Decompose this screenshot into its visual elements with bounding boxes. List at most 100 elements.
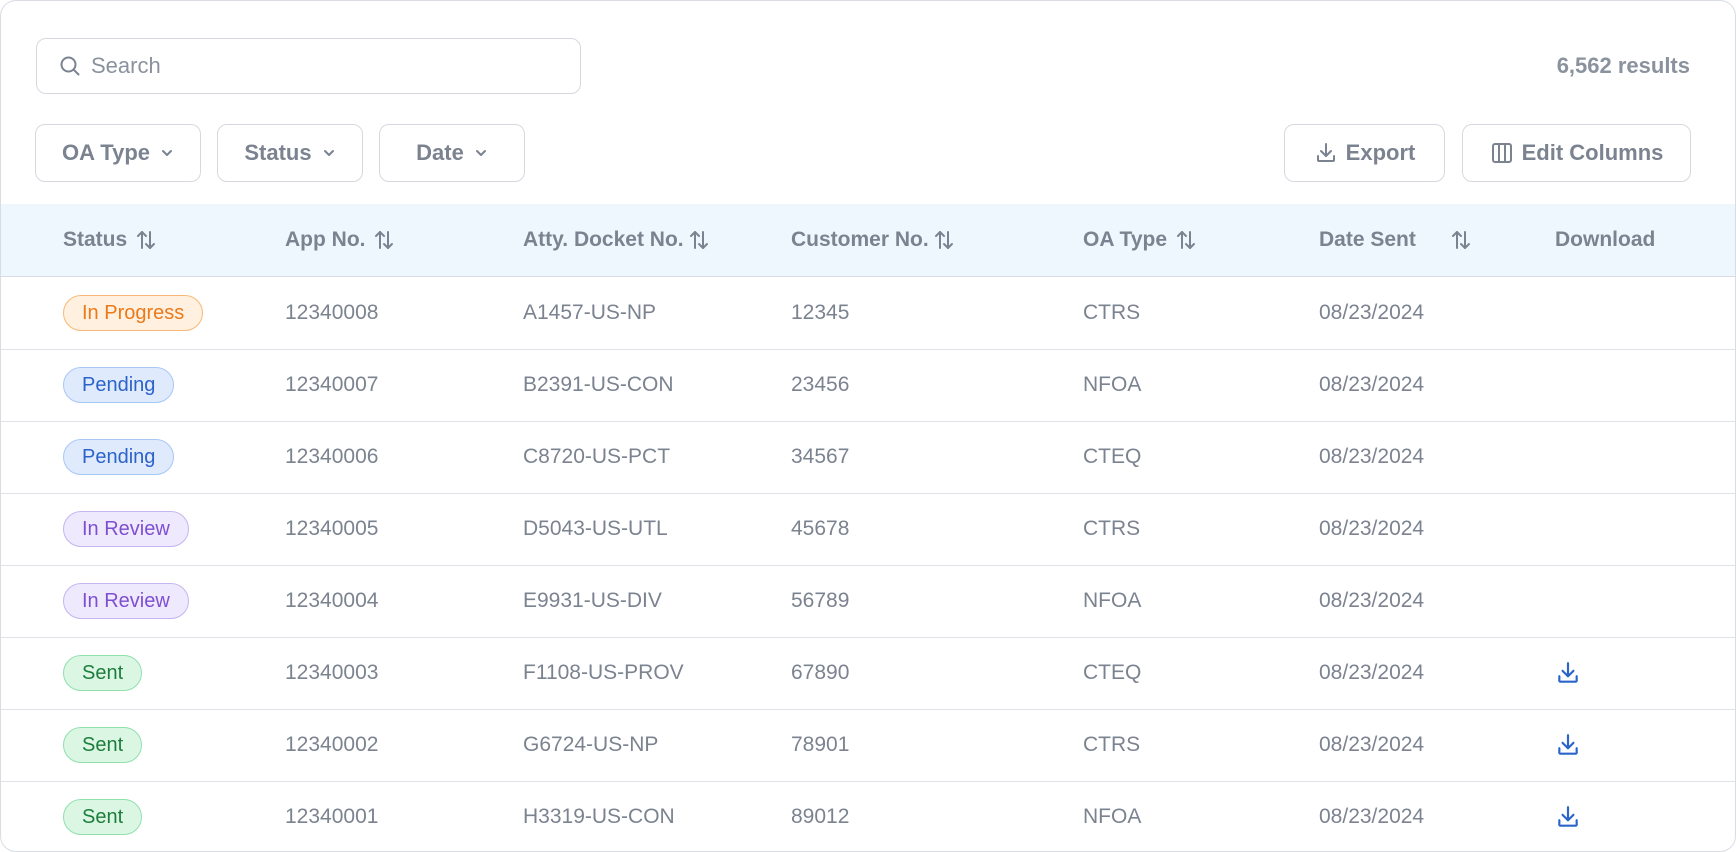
sort-icon[interactable] [1450,229,1472,251]
column-header-label: Date Sent [1319,228,1416,251]
app-no-cell: 12340005 [285,517,379,540]
status-cell: Sent [63,709,143,781]
oa-type-cell: CTEQ [1083,661,1142,684]
atty-docket-no-cell: H3319-US-CON [523,805,675,828]
column-header-oa-type: OA Type [1083,204,1197,276]
atty-docket-no-cell: D5043-US-UTL [523,517,668,540]
table-row[interactable]: Sent 12340002 G6724-US-NP 78901 CTRS 08/23/20… [1,709,1735,782]
export-button[interactable]: Export [1284,124,1445,182]
table-row[interactable]: Pending 12340007 B2391-US-CON 23456 NFOA 08/2… [1,349,1735,422]
column-header-app-no: App No. [285,204,395,276]
column-header-label: Status [63,228,128,251]
oa-type-cell: CTEQ [1083,445,1142,468]
sort-icon[interactable] [373,229,395,251]
customer-no-cell: 34567 [791,445,850,468]
date-sent-cell: 08/23/2024 [1319,661,1425,684]
date-sent-cell: 08/23/2024 [1319,517,1425,540]
edit-columns-label: Edit Columns [1521,140,1664,165]
oa-type-cell: CTRS [1083,301,1141,324]
oa-type-filter-button[interactable]: OA Type [35,124,201,182]
customer-no-cell: 56789 [791,589,850,612]
export-label: Export [1345,140,1416,165]
date-filter-button[interactable]: Date [379,124,525,182]
table-row[interactable]: Pending 12340006 C8720-US-PCT 34567 CTEQ 08/2… [1,421,1735,494]
table-row[interactable]: Sent 12340001 H3319-US-CON 89012 NFOA 08/23/2… [1,781,1735,851]
sort-icon[interactable] [933,229,955,251]
chevron-down-icon [322,148,336,158]
table-row[interactable]: In Progress 12340008 A1457-US-NP 12345 CTRS 0… [1,277,1735,350]
columns-icon [1490,141,1514,165]
column-header-download: Download [1555,204,1655,276]
chevron-down-icon [160,148,174,158]
download-cell [1555,709,1581,781]
atty-docket-no-cell: E9931-US-DIV [523,589,662,612]
status-filter-label: Status [244,140,312,165]
edit-columns-button[interactable]: Edit Columns [1462,124,1691,182]
atty-docket-no-cell: G6724-US-NP [523,733,659,756]
atty-docket-no-cell: B2391-US-CON [523,373,674,396]
app-no-cell: 12340007 [285,373,379,396]
table-row[interactable]: Sent 12340003 F1108-US-PROV 67890 CTEQ 08/23/… [1,637,1735,710]
oa-type-cell: CTRS [1083,517,1141,540]
column-header-label: OA Type [1083,228,1168,251]
status-badge: Pending [63,439,175,475]
download-cell [1555,637,1581,709]
atty-docket-no-cell: C8720-US-PCT [523,445,671,468]
search-input[interactable] [89,52,533,80]
app-no-cell: 12340008 [285,301,379,324]
download-icon [1314,141,1338,165]
status-cell: In Progress [63,277,204,349]
app-no-cell: 12340003 [285,661,379,684]
date-sent-cell: 08/23/2024 [1319,805,1425,828]
status-cell: Sent [63,637,143,709]
search-icon [59,55,81,77]
oa-type-cell: CTRS [1083,733,1141,756]
customer-no-cell: 12345 [791,301,850,324]
date-sent-cell: 08/23/2024 [1319,373,1425,396]
date-sent-cell: 08/23/2024 [1319,301,1425,324]
customer-no-cell: 23456 [791,373,850,396]
status-badge: Pending [63,367,175,403]
date-filter-label: Date [416,140,464,165]
date-sent-cell: 08/23/2024 [1319,445,1425,468]
column-header-customer-no: Customer No. [791,204,955,276]
sort-icon[interactable] [1175,229,1197,251]
sort-icon[interactable] [688,229,710,251]
date-sent-cell: 08/23/2024 [1319,733,1425,756]
search-box[interactable] [36,38,581,94]
table-row[interactable]: In Review 12340004 E9931-US-DIV 56789 NFOA 08… [1,565,1735,638]
status-badge: In Review [63,511,189,547]
status-cell: Pending [63,349,175,421]
column-header-date-sent: Date Sent [1319,204,1472,276]
download-icon[interactable] [1555,660,1581,686]
app-no-cell: 12340006 [285,445,379,468]
status-cell: Sent [63,781,143,851]
status-badge: Sent [63,727,143,763]
oa-type-cell: NFOA [1083,373,1142,396]
status-badge: In Progress [63,295,204,331]
column-header-status: Status [63,204,157,276]
table-row[interactable]: In Review 12340005 D5043-US-UTL 45678 CTRS 08… [1,493,1735,566]
date-sent-cell: 08/23/2024 [1319,589,1425,612]
app-no-cell: 12340001 [285,805,379,828]
status-filter-button[interactable]: Status [217,124,363,182]
column-header-atty-docket-no: Atty. Docket No. [523,204,710,276]
status-badge: Sent [63,655,143,691]
customer-no-cell: 67890 [791,661,850,684]
sort-icon[interactable] [135,229,157,251]
download-icon[interactable] [1555,804,1581,830]
column-header-label: Atty. Docket No. [523,228,684,251]
column-header-label: Download [1555,228,1656,251]
download-icon[interactable] [1555,732,1581,758]
oa-type-cell: NFOA [1083,805,1142,828]
status-cell: In Review [63,493,189,565]
download-cell [1555,781,1581,851]
customer-no-cell: 45678 [791,517,850,540]
status-cell: In Review [63,565,189,637]
status-cell: Pending [63,421,175,493]
app-no-cell: 12340002 [285,733,379,756]
atty-docket-no-cell: A1457-US-NP [523,301,657,324]
table-header: Status App No. Atty. Docket No. Customer… [1,204,1735,277]
column-header-label: App No. [285,228,366,251]
customer-no-cell: 78901 [791,733,850,756]
